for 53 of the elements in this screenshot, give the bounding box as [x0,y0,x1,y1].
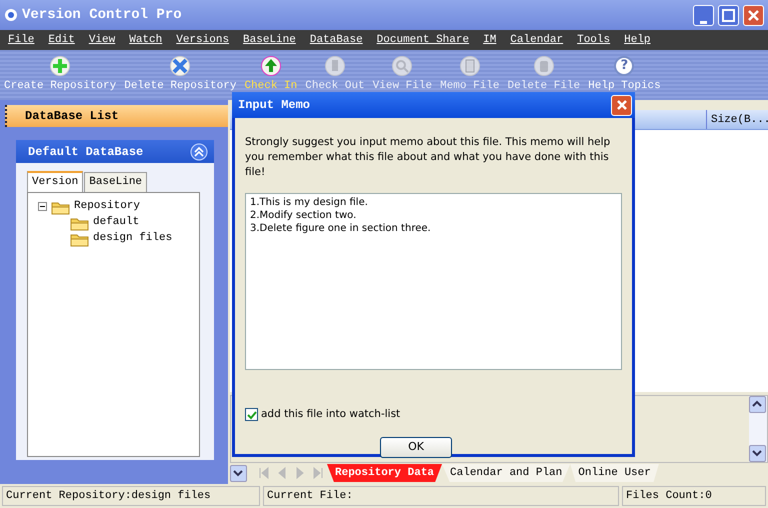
menu-item[interactable]: DataBase [310,32,363,48]
menu-item[interactable]: Tools [577,32,610,48]
close-button[interactable] [611,94,632,116]
tree-item[interactable]: design files [93,230,172,247]
memo-field[interactable]: 1.This is my design file. 2.Modify section two. 3.Delete figure one in section three. [245,193,622,370]
panel-header: DataBase List [5,105,228,127]
tree-item[interactable]: Repository [74,198,140,215]
help-icon: ? [614,56,634,76]
ok-button[interactable]: OK [380,436,452,458]
column-header[interactable]: Size(B... [706,110,768,129]
collapse-icon[interactable] [190,142,208,160]
tab[interactable]: Calendar and Plan [442,464,570,482]
window-title: Version Control Pro [22,6,182,24]
tab[interactable]: Online User [570,464,659,482]
scroll-up-button[interactable] [749,396,766,413]
plus-icon [50,56,70,76]
status-text: Files Count:0 [622,486,766,506]
scroll-down-button[interactable] [230,464,247,482]
tree-item[interactable]: default [93,214,140,231]
menu-item[interactable]: IM [483,32,496,48]
tab[interactable]: Repository Data [327,464,442,482]
magnifier-icon [392,56,412,76]
menu-item[interactable]: Calendar [510,32,564,48]
menu-item[interactable]: View [88,32,116,48]
maximize-icon [722,8,735,22]
card-title: Default DataBase [28,144,144,160]
close-icon [614,98,628,112]
menu-item[interactable]: Document Share [376,32,470,48]
menu-item[interactable]: File [8,32,34,48]
app-logo-icon [4,8,18,22]
dialog-title: Input Memo [238,97,310,114]
document-icon [460,56,480,76]
check-icon [246,409,257,420]
minimize-button[interactable] [693,4,714,26]
tab[interactable]: Version [27,171,84,192]
close-icon [747,8,760,22]
menu-item[interactable]: BaseLine [243,32,296,48]
collapse-toggle-icon[interactable] [38,202,47,211]
menu-item[interactable]: Help [624,32,651,48]
checkbox-label[interactable]: add this file into watch-list [261,407,400,423]
cross-icon [170,56,190,76]
checkbox[interactable] [245,408,258,422]
maximize-button[interactable] [718,4,739,26]
menu-item[interactable]: Edit [48,32,75,48]
close-button[interactable] [743,4,764,26]
tab[interactable]: BaseLine [84,172,148,192]
scroll-down-button[interactable] [749,445,766,462]
status-text: Current File: [263,486,619,506]
status-text: Current Repository:design files [2,486,260,506]
menu-item[interactable]: Versions [176,32,230,48]
menu-item[interactable]: Watch [129,32,162,48]
dialog-message: Strongly suggest you input memo about this file. This memo will help you remember what this file about and what you have done with this file! [244,135,612,180]
scrollbar[interactable] [749,396,767,462]
